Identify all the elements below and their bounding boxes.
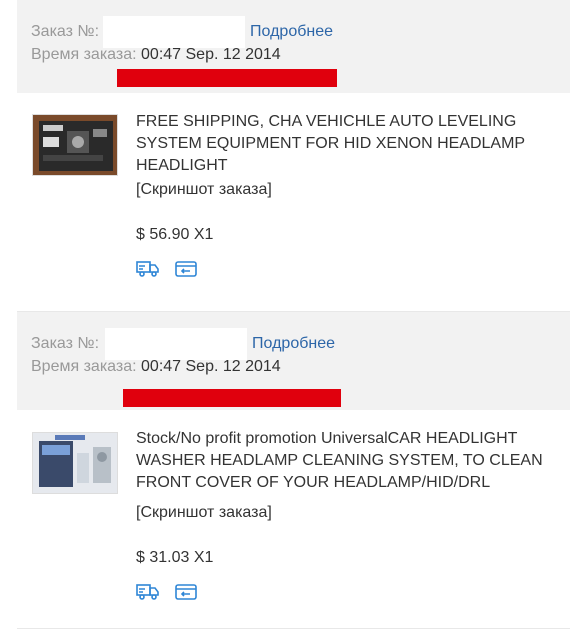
order-card: Заказ №: Подробнее Время заказа: 00:47 S… xyxy=(0,0,570,312)
order-time-value: 00:47 Sep. 12 2014 xyxy=(141,46,281,63)
order-screenshot-link[interactable]: [Скриншот заказа] xyxy=(136,181,272,199)
order-number-masked xyxy=(105,328,248,360)
redaction-bar xyxy=(123,389,341,407)
order-time-label: Время заказа: xyxy=(31,46,137,63)
order-item: FREE SHIPPING, CHA VEHICHLE AUTO LEVELIN… xyxy=(17,93,570,312)
order-number-masked xyxy=(103,16,246,48)
order-number-row: Заказ №: Подробнее xyxy=(31,328,335,360)
product-thumbnail[interactable] xyxy=(32,432,118,494)
order-time-row: Время заказа: 00:47 Sep. 12 2014 xyxy=(31,358,281,376)
item-actions xyxy=(136,582,198,602)
order-time-value: 00:47 Sep. 12 2014 xyxy=(141,358,281,375)
order-screenshot-link[interactable]: [Скриншот заказа] xyxy=(136,504,272,522)
details-link[interactable]: Подробнее xyxy=(252,335,335,353)
details-link[interactable]: Подробнее xyxy=(250,23,333,41)
order-time-label: Время заказа: xyxy=(31,358,137,375)
product-title[interactable]: Stock/No profit promotion UniversalCAR H… xyxy=(136,428,568,494)
redaction-bar xyxy=(117,69,337,87)
product-thumbnail[interactable] xyxy=(32,114,118,176)
order-item: Stock/No profit promotion UniversalCAR H… xyxy=(17,410,570,629)
delivery-truck-icon[interactable] xyxy=(136,582,160,602)
product-title[interactable]: FREE SHIPPING, CHA VEHICHLE AUTO LEVELIN… xyxy=(136,111,566,177)
order-card: Заказ №: Подробнее Время заказа: 00:47 S… xyxy=(0,312,570,629)
return-icon[interactable] xyxy=(174,582,198,602)
return-icon[interactable] xyxy=(174,259,198,279)
order-time-row: Время заказа: 00:47 Sep. 12 2014 xyxy=(31,46,281,64)
order-header: Заказ №: Подробнее Время заказа: 00:47 S… xyxy=(17,312,570,410)
order-number-label: Заказ №: xyxy=(31,335,100,352)
order-header: Заказ №: Подробнее Время заказа: 00:47 S… xyxy=(17,0,570,93)
item-actions xyxy=(136,259,198,279)
order-number-label: Заказ №: xyxy=(31,23,100,40)
order-number-row: Заказ №: Подробнее xyxy=(31,16,333,48)
item-price: $ 56.90 X1 xyxy=(136,226,214,243)
item-price: $ 31.03 X1 xyxy=(136,549,214,566)
delivery-truck-icon[interactable] xyxy=(136,259,160,279)
